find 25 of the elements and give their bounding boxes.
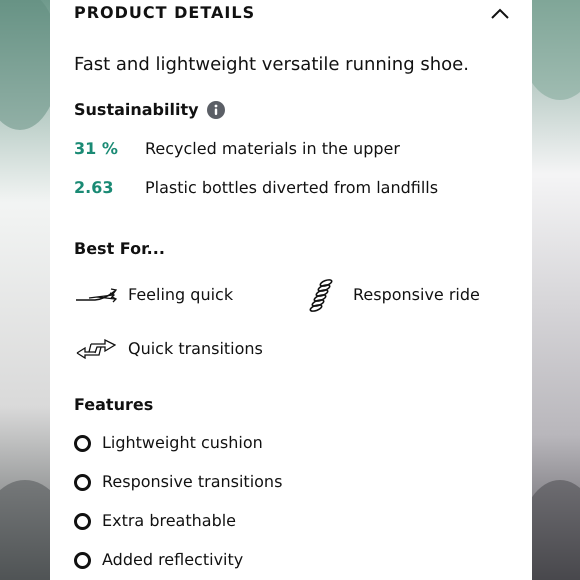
stat-value: 31 % [74,138,119,160]
stat-label: Recycled materials in the upper [145,138,400,160]
section-heading: Sustainability [74,99,199,121]
best-for-label: Feeling quick [128,284,234,306]
feature-text: Extra breathable [102,510,236,532]
feature-text: Responsive transitions [102,471,282,493]
feature-text: Added reflectivity [102,549,244,571]
stat-value: 2.63 [74,177,114,199]
spring-icon [309,278,333,312]
description-text: Fast and lightweight versatile running shoe. [74,53,470,77]
best-for-label: Responsive ride [353,284,480,306]
bullet-icon [74,474,91,490]
feature-text: Lightweight cushion [102,432,263,454]
swap-arrows-icon [76,339,116,359]
speed-lines-icon [75,288,117,302]
section-heading: Best For... [74,238,166,260]
bullet-icon [74,434,91,452]
section-heading: Features [74,394,154,416]
bullet-icon [74,552,91,568]
best-for-label: Quick transitions [128,338,263,360]
stat-label: Plastic bottles diverted from landfills [145,177,438,199]
bullet-icon [74,512,91,530]
section-title: PRODUCT DETAILS [74,2,256,24]
info-icon[interactable] [206,101,225,119]
chevron-icon[interactable] [491,8,509,18]
